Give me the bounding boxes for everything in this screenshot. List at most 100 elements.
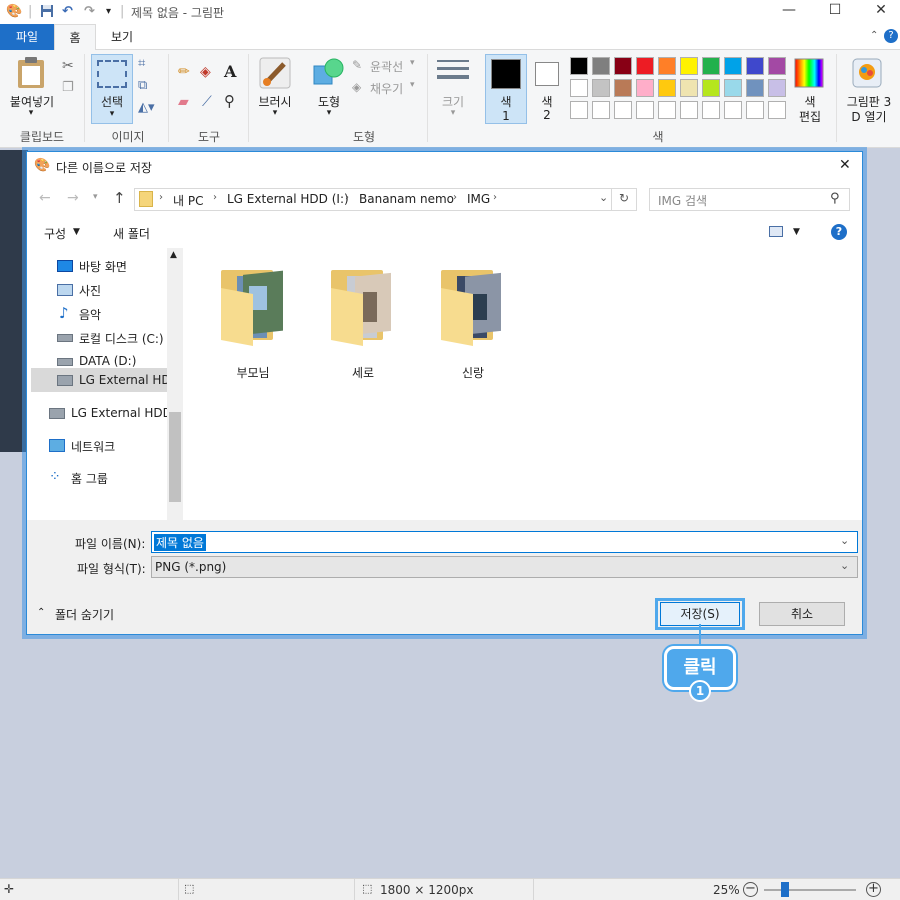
paint3d-label-line2[interactable]: D 열기 (840, 108, 898, 125)
shapes-icon[interactable] (312, 56, 346, 93)
size-dropdown-icon[interactable]: ▾ (446, 108, 460, 118)
palette-swatch[interactable] (658, 79, 676, 97)
paint3d-icon[interactable] (852, 58, 882, 91)
palette-swatch[interactable] (570, 101, 588, 119)
cancel-button[interactable]: 취소 (759, 602, 845, 626)
palette-swatch[interactable] (658, 101, 676, 119)
breadcrumb-item[interactable]: LG External HDD (I:) (227, 192, 349, 206)
shapes-dropdown-icon[interactable]: ▾ (322, 108, 336, 118)
text-icon[interactable]: A (224, 62, 236, 81)
palette-swatch[interactable] (768, 79, 786, 97)
copy-icon[interactable]: ❐ (62, 80, 74, 95)
folder-item[interactable]: 부모님 (213, 264, 293, 380)
select-button[interactable]: 선택 ▾ (91, 54, 133, 124)
palette-swatch[interactable] (636, 101, 654, 119)
palette-swatch[interactable] (702, 101, 720, 119)
zoom-slider[interactable] (764, 882, 856, 897)
palette-swatch[interactable] (702, 57, 720, 75)
search-icon[interactable]: ⚲ (830, 191, 840, 206)
scroll-up-icon[interactable]: ▲ (170, 250, 177, 260)
address-bar[interactable]: › 내 PC › LG External HDD (I:) › Bananam … (134, 188, 637, 211)
tab-file[interactable]: 파일 (0, 24, 54, 50)
palette-swatch[interactable] (614, 79, 632, 97)
outline-label[interactable]: 윤곽선 (370, 58, 403, 75)
size-icon[interactable] (436, 58, 470, 91)
brush-icon[interactable] (258, 56, 292, 93)
forward-icon[interactable]: → (67, 190, 79, 206)
breadcrumb-item[interactable]: IMG (467, 192, 490, 206)
palette-swatch[interactable] (658, 57, 676, 75)
outline-icon[interactable]: ✎ (352, 58, 362, 72)
nav-item-lg-external-selected[interactable]: LG External HDD (31, 368, 167, 392)
palette-swatch[interactable] (746, 101, 764, 119)
palette-swatch[interactable] (724, 79, 742, 97)
palette-swatch[interactable] (636, 57, 654, 75)
palette-swatch[interactable] (570, 79, 588, 97)
edit-colors-icon[interactable] (794, 58, 824, 91)
help-icon[interactable]: ? (831, 224, 847, 240)
save-icon[interactable] (40, 4, 54, 22)
tab-home[interactable]: 홈 (54, 24, 96, 51)
palette-swatch[interactable] (592, 57, 610, 75)
new-folder-button[interactable]: 새 폴더 (113, 225, 150, 242)
undo-icon[interactable]: ↶ (62, 4, 73, 19)
folder-item[interactable]: 세로 (323, 264, 403, 380)
zoom-out-button[interactable]: − (743, 882, 758, 897)
refresh-icon[interactable]: ↻ (619, 191, 629, 205)
eraser-icon[interactable]: ▰ (178, 94, 189, 110)
palette-swatch[interactable] (680, 101, 698, 119)
palette-swatch[interactable] (636, 79, 654, 97)
palette-swatch[interactable] (614, 57, 632, 75)
palette-swatch[interactable] (746, 79, 764, 97)
fill-icon[interactable]: ◈ (352, 80, 361, 94)
palette-swatch[interactable] (746, 57, 764, 75)
color-picker-icon[interactable]: ⟋ (202, 94, 212, 110)
organize-dropdown-icon[interactable]: ▼ (73, 227, 80, 237)
address-dropdown-icon[interactable]: ⌄ (599, 191, 608, 204)
close-button[interactable]: ✕ (866, 2, 896, 22)
color1-button[interactable]: 색 1 (485, 54, 527, 124)
canvas-image[interactable] (0, 150, 28, 452)
redo-icon[interactable]: ↷ (84, 4, 95, 19)
palette-swatch[interactable] (724, 57, 742, 75)
filetype-dropdown-icon[interactable]: ⌄ (840, 559, 849, 572)
palette-swatch[interactable] (680, 79, 698, 97)
palette-swatch[interactable] (768, 57, 786, 75)
filename-dropdown-icon[interactable]: ⌄ (840, 534, 849, 547)
palette-swatch[interactable] (614, 101, 632, 119)
palette-swatch[interactable] (592, 101, 610, 119)
view-options-icon[interactable] (769, 226, 783, 237)
palette-swatch[interactable] (680, 57, 698, 75)
collapse-ribbon-icon[interactable]: ⌃ (870, 30, 878, 41)
filename-input[interactable]: 제목 없음 ⌄ (151, 531, 858, 553)
crop-icon[interactable]: ⌗ (138, 56, 145, 71)
back-icon[interactable]: ← (39, 190, 51, 206)
search-input[interactable]: IMG 검색 ⚲ (649, 188, 850, 211)
zoom-in-button[interactable]: + (866, 882, 881, 897)
nav-scrollbar[interactable]: ▲ (167, 248, 183, 520)
view-dropdown-icon[interactable]: ▼ (793, 227, 800, 237)
save-button[interactable]: 저장(S) (660, 602, 740, 626)
customize-qat-icon[interactable]: ▾ (106, 6, 111, 17)
paste-icon[interactable] (16, 56, 46, 93)
minimize-button[interactable]: — (774, 2, 804, 22)
folder-item[interactable]: 신랑 (433, 264, 513, 380)
palette-swatch[interactable] (702, 79, 720, 97)
fill-bucket-icon[interactable]: ◈ (200, 64, 211, 80)
color2-swatch[interactable] (535, 62, 559, 86)
resize-icon[interactable]: ⧉ (138, 78, 147, 93)
outline-dropdown-icon[interactable]: ▾ (410, 58, 415, 68)
dialog-close-button[interactable]: ✕ (839, 157, 851, 173)
pencil-icon[interactable]: ✏ (178, 64, 190, 80)
scroll-thumb[interactable] (169, 412, 181, 502)
cut-icon[interactable]: ✂ (62, 58, 74, 74)
brushes-dropdown-icon[interactable]: ▾ (268, 108, 282, 118)
rotate-icon[interactable]: ◭▾ (138, 100, 155, 115)
palette-swatch[interactable] (570, 57, 588, 75)
organize-button[interactable]: 구성 (44, 225, 66, 242)
magnifier-icon[interactable]: ⚲ (224, 92, 235, 110)
up-icon[interactable]: ↑ (113, 189, 126, 207)
edit-colors-label-line2[interactable]: 편집 (790, 108, 830, 125)
help-icon[interactable]: ? (884, 29, 898, 43)
filetype-select[interactable]: PNG (*.png) ⌄ (151, 556, 858, 578)
